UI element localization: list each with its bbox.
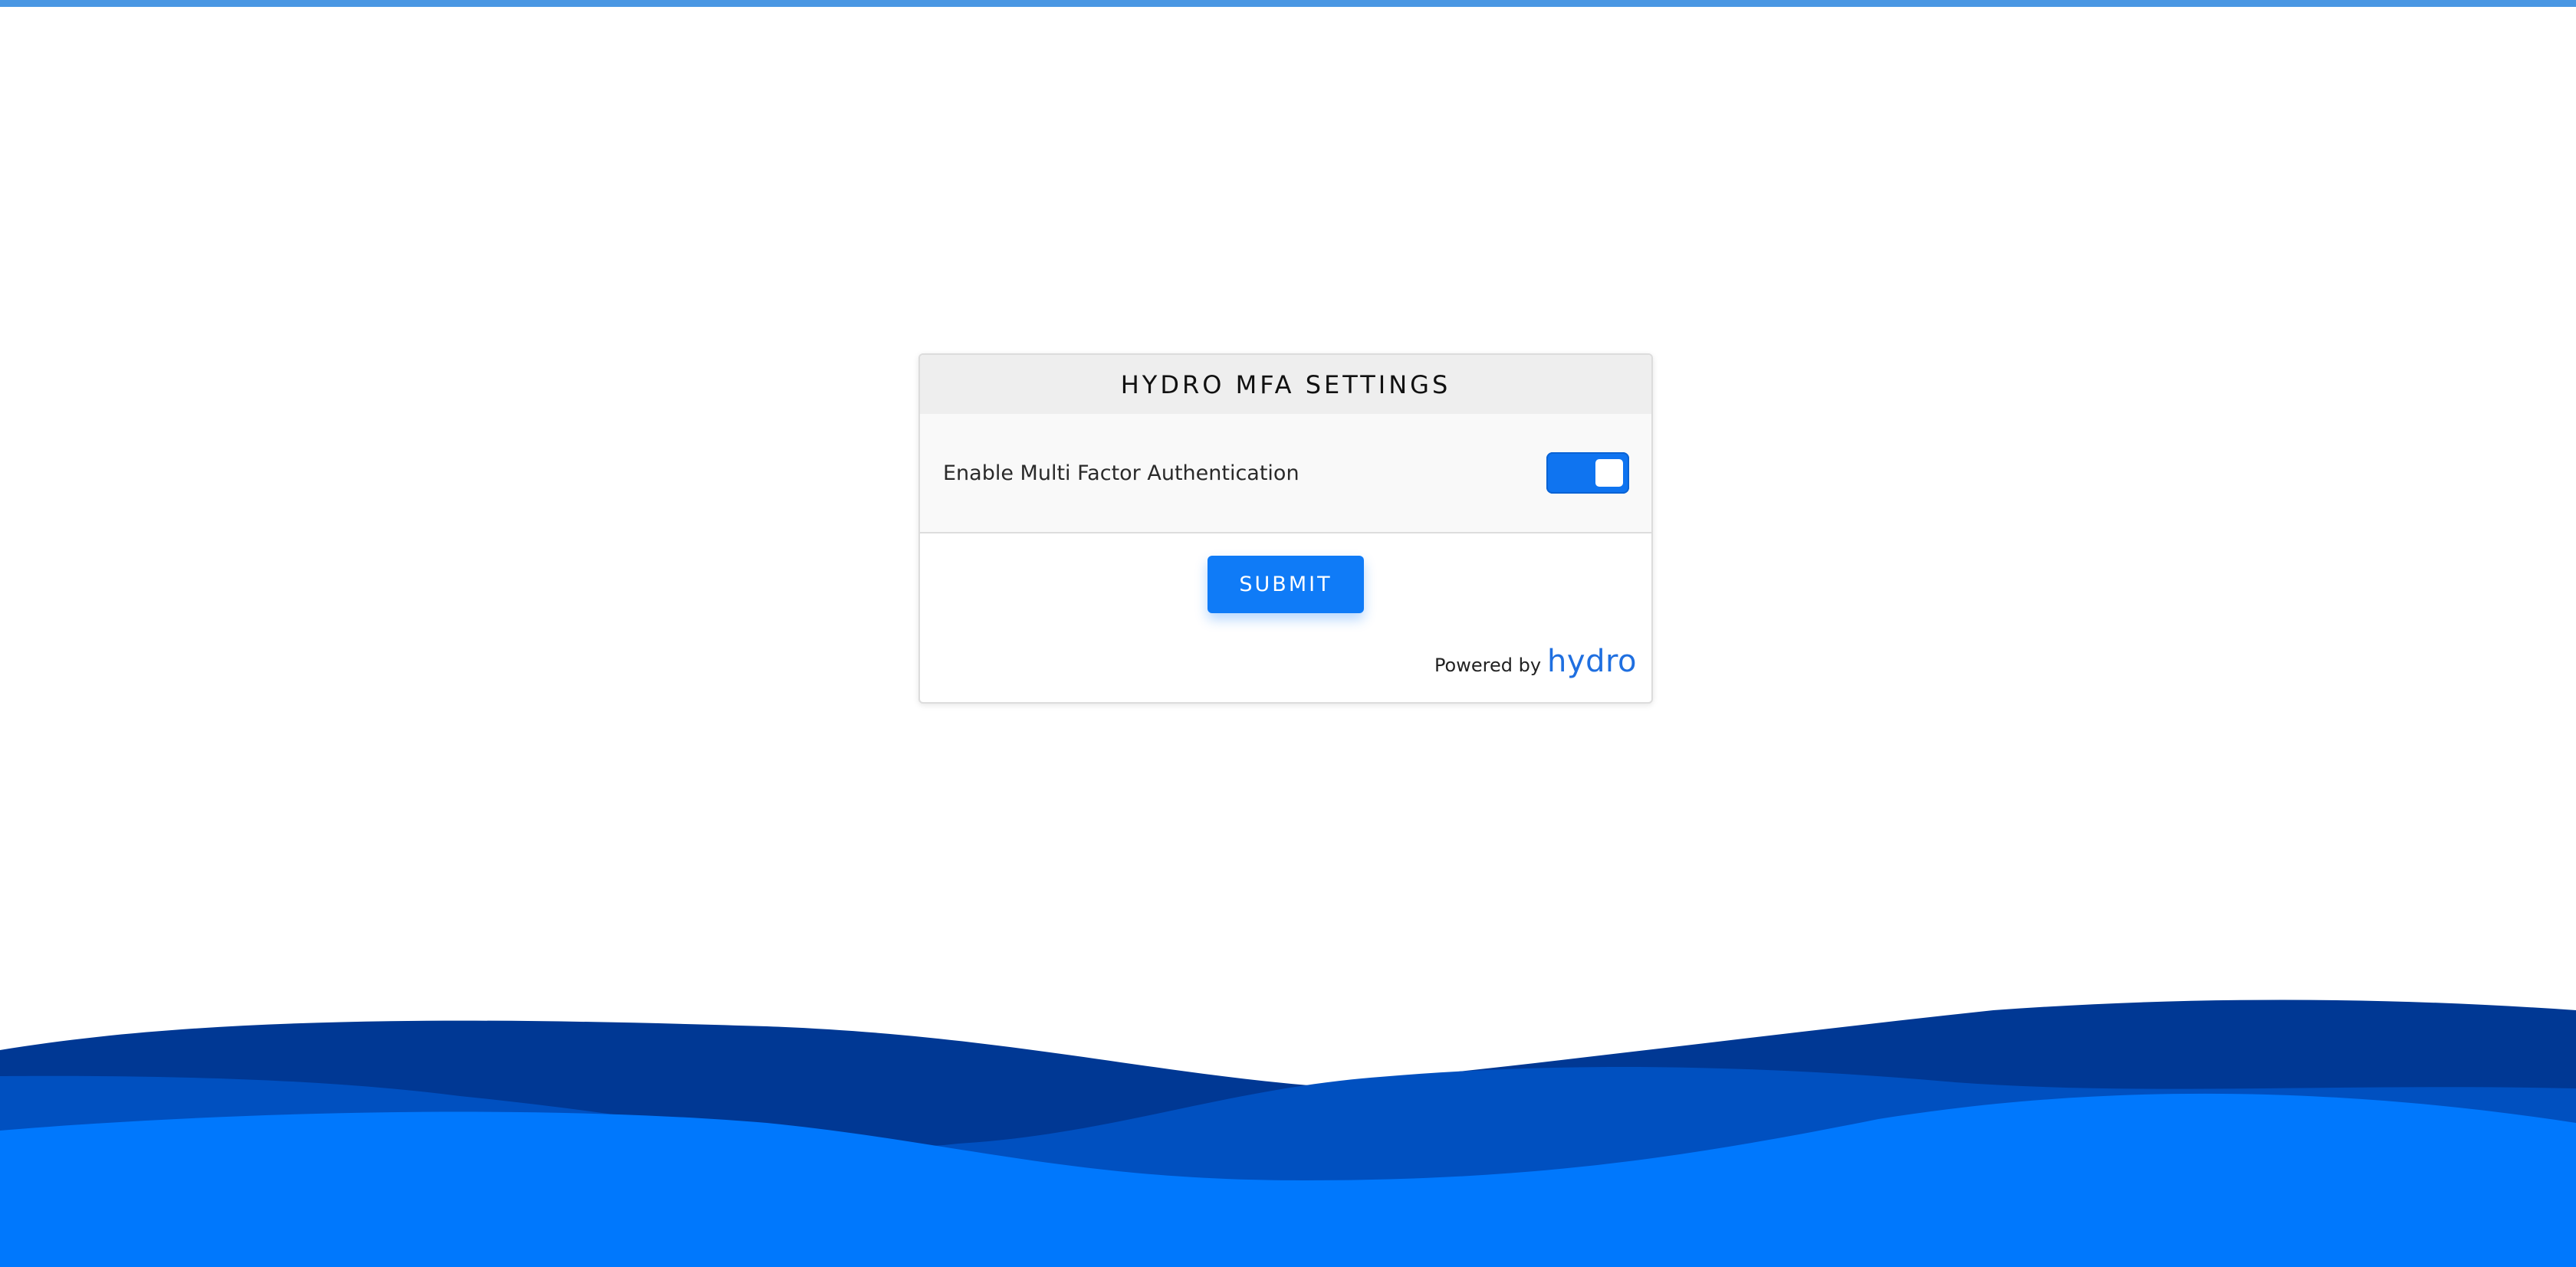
submit-button[interactable]: SUBMIT <box>1208 556 1364 613</box>
top-accent-bar <box>0 0 2576 7</box>
page-title: HYDRO MFA SETTINGS <box>1120 369 1451 399</box>
mfa-setting-row: Enable Multi Factor Authentication <box>920 414 1651 533</box>
card-header: HYDRO MFA SETTINGS <box>920 355 1651 414</box>
mfa-toggle-switch[interactable] <box>1546 452 1629 494</box>
toggle-knob <box>1595 459 1623 487</box>
powered-by-text: Powered by <box>1434 655 1542 676</box>
wave-background <box>0 999 2576 1267</box>
powered-by: Powered by hydro <box>1434 644 1637 679</box>
mfa-settings-card: HYDRO MFA SETTINGS Enable Multi Factor A… <box>918 353 1653 704</box>
card-actions: SUBMIT <box>920 533 1651 613</box>
mfa-setting-label: Enable Multi Factor Authentication <box>943 461 1300 485</box>
hydro-logo[interactable]: hydro <box>1547 644 1637 679</box>
